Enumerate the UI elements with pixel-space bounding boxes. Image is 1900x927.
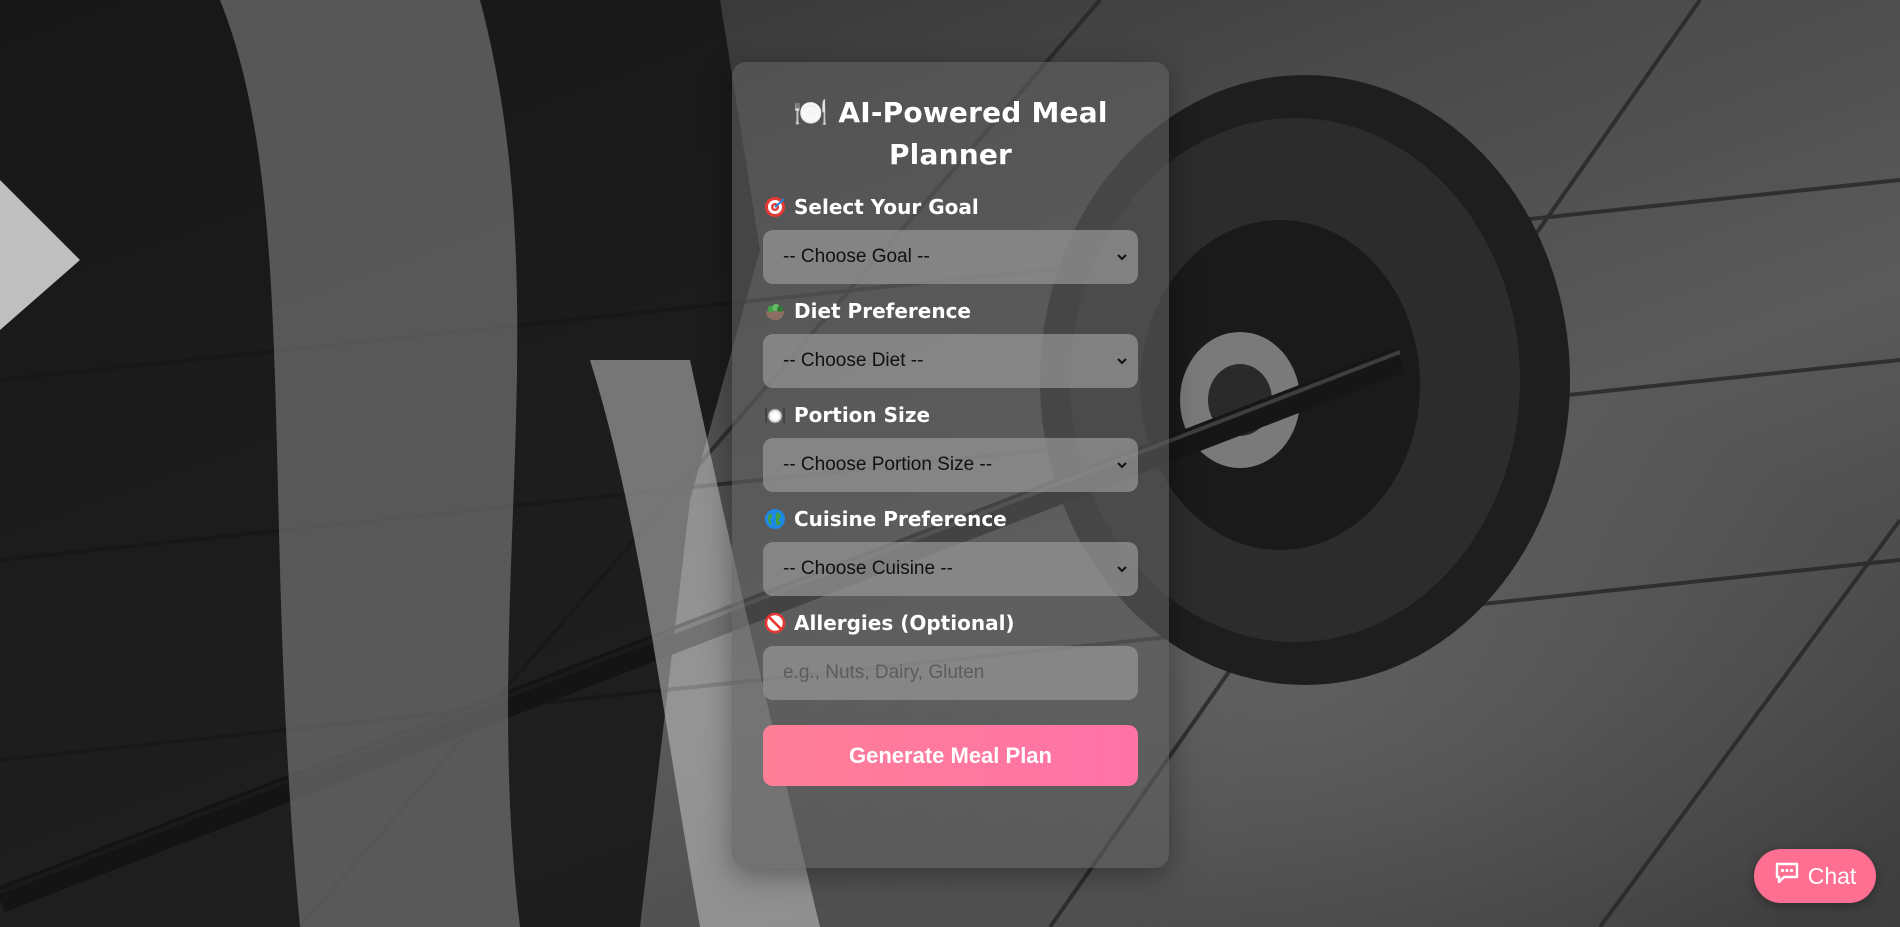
diet-select-value: -- Choose Diet -- xyxy=(783,350,924,371)
goal-label-text: Select Your Goal xyxy=(794,195,979,219)
cuisine-select-value: -- Choose Cuisine -- xyxy=(783,558,953,579)
chat-bubble-icon xyxy=(1774,861,1800,891)
portion-select-value: -- Choose Portion Size -- xyxy=(783,454,993,475)
allergies-input[interactable] xyxy=(763,646,1138,700)
chat-button-label: Chat xyxy=(1807,862,1857,889)
cuisine-select[interactable]: -- Choose Cuisine -- xyxy=(763,542,1138,596)
allergies-field: Allergies (Optional) xyxy=(763,610,1138,700)
chevron-down-icon xyxy=(1117,462,1127,469)
portion-label: Portion Size xyxy=(763,402,1138,428)
chevron-down-icon xyxy=(1117,358,1127,365)
generate-meal-plan-button[interactable]: Generate Meal Plan xyxy=(763,725,1138,786)
chevron-down-icon xyxy=(1117,566,1127,573)
prohibited-icon xyxy=(763,611,787,635)
allergies-label-text: Allergies (Optional) xyxy=(794,611,1015,635)
goal-field: Select Your Goal -- Choose Goal -- xyxy=(763,194,1138,284)
globe-icon xyxy=(763,507,787,531)
chat-button[interactable]: Chat xyxy=(1754,849,1876,903)
salad-icon xyxy=(763,299,787,323)
diet-label-text: Diet Preference xyxy=(794,299,971,323)
meal-planner-card: 🍽️ AI-Powered Meal Planner Select Your G… xyxy=(732,62,1169,868)
allergies-label: Allergies (Optional) xyxy=(763,610,1138,636)
goal-select-value: -- Choose Goal -- xyxy=(783,246,930,267)
portion-label-text: Portion Size xyxy=(794,403,931,427)
portion-select[interactable]: -- Choose Portion Size -- xyxy=(763,438,1138,492)
plate-cutlery-icon xyxy=(763,403,787,427)
diet-select[interactable]: -- Choose Diet -- xyxy=(763,334,1138,388)
portion-field: Portion Size -- Choose Portion Size -- xyxy=(763,402,1138,492)
cuisine-label-text: Cuisine Preference xyxy=(794,507,1007,531)
diet-label: Diet Preference xyxy=(763,298,1138,324)
target-icon xyxy=(763,195,787,219)
goal-label: Select Your Goal xyxy=(763,194,1138,220)
cuisine-label: Cuisine Preference xyxy=(763,506,1138,532)
page-title: 🍽️ AI-Powered Meal Planner xyxy=(793,96,1108,171)
goal-select[interactable]: -- Choose Goal -- xyxy=(763,230,1138,284)
chevron-down-icon xyxy=(1117,254,1127,261)
cuisine-field: Cuisine Preference -- Choose Cuisine -- xyxy=(763,506,1138,596)
diet-field: Diet Preference -- Choose Diet -- xyxy=(763,298,1138,388)
